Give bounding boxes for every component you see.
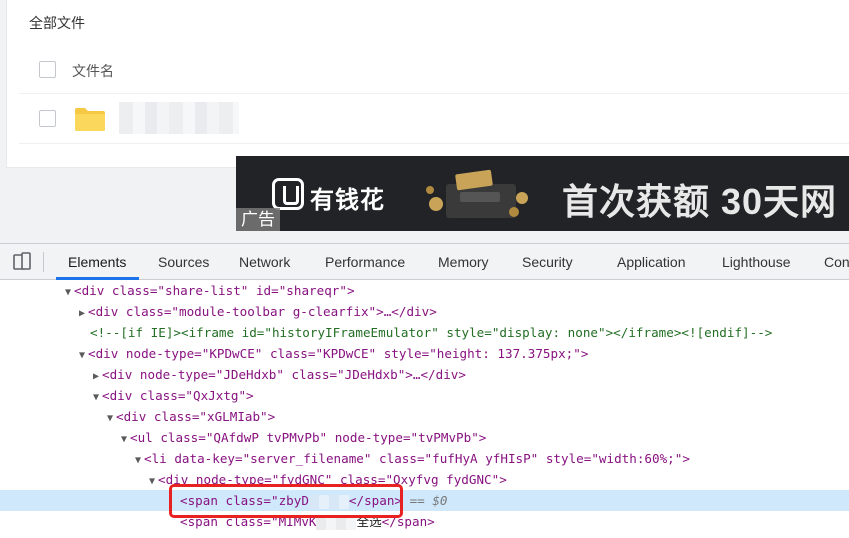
- product-image-icon: [426, 169, 528, 218]
- select-all-checkbox[interactable]: [39, 61, 56, 78]
- expanded-arrow-icon[interactable]: ▼: [104, 408, 116, 429]
- ad-brand-name: 有钱花: [310, 187, 385, 214]
- tab-separator: [43, 252, 44, 272]
- elements-dom-tree: ▼ <div class="share-list" id="shareqr"> ▶…: [0, 280, 849, 538]
- page-title: 全部文件: [29, 15, 85, 31]
- file-list-header: 文件名: [19, 46, 849, 94]
- dom-node-text: <div class="share-list" id="shareqr">: [74, 283, 355, 298]
- dom-node-text: <div class="module-toolbar g-clearfix">……: [88, 304, 437, 319]
- expanded-arrow-icon[interactable]: ▼: [146, 471, 158, 492]
- expanded-arrow-icon[interactable]: ▼: [76, 345, 88, 366]
- dom-node-text: <div node-type="KPDwCE" class="KPDwCE" s…: [88, 346, 589, 361]
- selected-node-hint: == $0: [409, 493, 448, 508]
- expanded-arrow-icon[interactable]: ▼: [132, 450, 144, 471]
- ad-label-badge: 广告: [236, 208, 280, 231]
- dom-node[interactable]: ▼ <div node-type="fydGNC" class="Qxyfvg f…: [0, 469, 849, 490]
- dom-node-text: <div class="QxJxtg">: [102, 388, 254, 403]
- collapsed-arrow-icon[interactable]: ▶: [90, 366, 102, 387]
- filename-column-header[interactable]: 文件名: [72, 61, 114, 81]
- dom-node[interactable]: ▶ <div node-type="JDeHdxb" class="JDeHdxb…: [0, 364, 849, 385]
- dom-node[interactable]: ▼ <div node-type="KPDwCE" class="KPDwCE" …: [0, 343, 849, 364]
- ad-banner[interactable]: 有钱花 首次获额 30天网: [236, 156, 849, 231]
- tab-network[interactable]: Network: [239, 244, 290, 280]
- folder-icon: [75, 108, 105, 131]
- dom-node-text: <li data-key="server_filename" class="fu…: [144, 451, 690, 466]
- tab-security[interactable]: Security: [522, 244, 573, 280]
- tab-memory[interactable]: Memory: [438, 244, 489, 280]
- dom-node[interactable]: ▼ <div class="share-list" id="shareqr">: [0, 280, 849, 301]
- dom-node[interactable]: <span class="MIMvK 全选</span>: [0, 511, 849, 532]
- dom-node[interactable]: ▼ <div class="xGLMIab">: [0, 406, 849, 427]
- expanded-arrow-icon[interactable]: ▼: [118, 429, 130, 450]
- devtools-panel: Elements Sources Network Performance Mem…: [0, 243, 849, 538]
- tab-console[interactable]: Con: [824, 244, 849, 280]
- dom-comment-text: <!--[if IE]><iframe id="historyIFrameEmu…: [90, 325, 773, 340]
- dom-node-text: <div class="xGLMIab">: [116, 409, 276, 424]
- ad-slogan: 首次获额 30天网: [562, 181, 838, 222]
- tab-elements[interactable]: Elements: [68, 244, 126, 280]
- tab-performance[interactable]: Performance: [325, 244, 405, 280]
- brand-logo-icon: [272, 178, 304, 210]
- dom-node[interactable]: ▼ <li data-key="server_filename" class="f…: [0, 448, 849, 469]
- highlight-annotation-box: [169, 484, 403, 518]
- tab-sources[interactable]: Sources: [158, 244, 209, 280]
- devtools-tabbar: Elements Sources Network Performance Mem…: [0, 244, 849, 280]
- dom-node[interactable]: ▼ <div class="QxJxtg">: [0, 385, 849, 406]
- collapsed-arrow-icon[interactable]: ▶: [76, 303, 88, 324]
- tab-application[interactable]: Application: [617, 244, 686, 280]
- device-toggle-icon[interactable]: [13, 252, 32, 271]
- dom-comment[interactable]: <!--[if IE]><iframe id="historyIFrameEmu…: [0, 322, 849, 343]
- selected-dom-node[interactable]: <span class="zbyD </span> == $0: [0, 490, 849, 511]
- file-row[interactable]: [19, 94, 849, 144]
- dom-node[interactable]: ▼ <ul class="QAfdwP tvPMvPb" node-type="t…: [0, 427, 849, 448]
- expanded-arrow-icon[interactable]: ▼: [62, 282, 74, 303]
- expanded-arrow-icon[interactable]: ▼: [90, 387, 102, 408]
- dom-node-text: <ul class="QAfdwP tvPMvPb" node-type="tv…: [130, 430, 487, 445]
- file-list-panel: 全部文件 文件名: [6, 0, 849, 168]
- dom-node-text: <div node-type="JDeHdxb" class="JDeHdxb"…: [102, 367, 466, 382]
- file-row-checkbox[interactable]: [39, 110, 56, 127]
- tab-lighthouse[interactable]: Lighthouse: [722, 244, 791, 280]
- dom-node[interactable]: ▶ <div class="module-toolbar g-clearfix">…: [0, 301, 849, 322]
- blurred-filename[interactable]: [119, 102, 239, 134]
